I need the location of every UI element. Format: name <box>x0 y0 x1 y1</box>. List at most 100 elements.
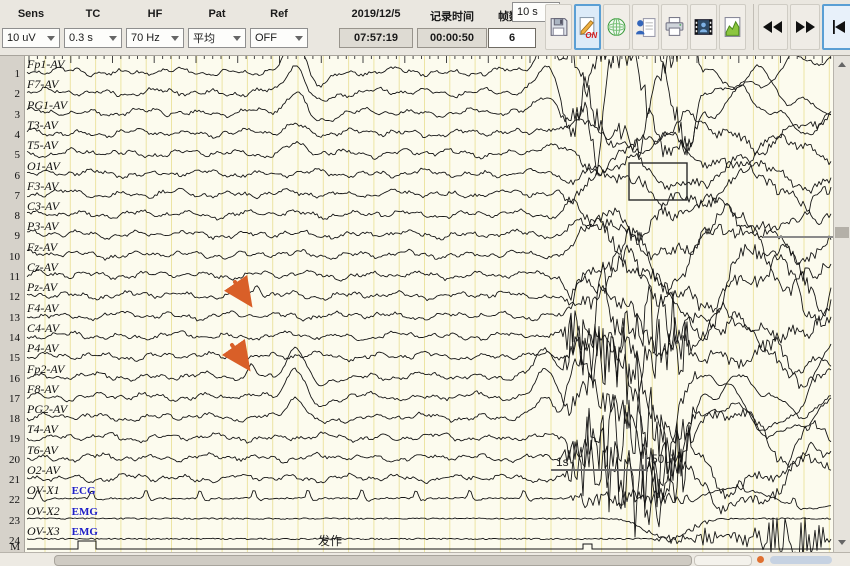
channel-number: 14 <box>9 332 20 344</box>
save-button[interactable] <box>545 4 572 50</box>
current-time-display: 07:57:19 <box>339 28 413 48</box>
printer-icon <box>664 14 685 40</box>
eeg-trace <box>27 438 831 537</box>
param-select-tc[interactable]: 0.3 s <box>64 28 122 48</box>
scroll-up-button[interactable] <box>834 57 850 72</box>
chevron-down-icon <box>838 540 846 545</box>
param-label: Ref <box>250 8 308 20</box>
chevron-down-icon <box>109 36 117 41</box>
montage-map-button[interactable] <box>603 4 630 50</box>
param-column-hf: HF 70 Hz <box>126 0 184 55</box>
param-column-ref: Ref OFF <box>250 0 308 55</box>
scroll-down-button[interactable] <box>834 535 850 550</box>
rewind-icon <box>763 20 783 34</box>
frame-count-display: 6 <box>488 28 536 48</box>
channel-number: 9 <box>15 230 21 242</box>
mini-progress-widget[interactable] <box>770 556 832 564</box>
channel-number: 17 <box>9 393 20 405</box>
seizure-event-label: 发作 <box>318 532 342 549</box>
floppy-disk-icon <box>548 14 569 40</box>
chevron-up-icon <box>838 62 846 67</box>
eeg-trace <box>27 153 831 193</box>
param-value: 平均 <box>193 30 215 46</box>
channel-number: 16 <box>9 373 20 385</box>
chevron-down-icon <box>171 36 179 41</box>
vertical-scrollbar[interactable] <box>833 55 850 552</box>
chevron-down-icon <box>47 36 55 41</box>
trend-button[interactable] <box>719 4 746 50</box>
eeg-trace <box>27 317 831 404</box>
param-value: 0.3 s <box>69 32 93 44</box>
person-notes-icon <box>635 14 656 40</box>
date-time-column: 2019/12/5 07:57:19 <box>339 0 413 55</box>
scrollbar-end-piece[interactable] <box>694 555 752 566</box>
eeg-trace <box>27 517 831 552</box>
channel-number: 3 <box>15 109 21 121</box>
go-to-start-icon <box>827 20 847 34</box>
fast-forward-icon <box>795 20 815 34</box>
param-value: 10 uV <box>7 32 36 44</box>
param-column-sens: Sens 10 uV <box>2 0 60 55</box>
channel-number: 11 <box>9 271 20 283</box>
param-column-tc: TC 0.3 s <box>64 0 122 55</box>
channel-number-gutter: 123456789101112131415161718192021222324M <box>0 55 25 552</box>
scale-time-label: 1s <box>556 455 569 469</box>
channel-number: 7 <box>15 190 21 202</box>
eeg-trace <box>27 228 831 316</box>
channel-number: 8 <box>15 210 21 222</box>
param-label: TC <box>64 8 122 20</box>
scale-amp-label: 50uV <box>651 452 679 466</box>
fast-forward-button[interactable] <box>790 4 820 50</box>
eeg-trace <box>27 326 831 527</box>
print-button[interactable] <box>661 4 688 50</box>
channel-number: 20 <box>9 454 20 466</box>
eeg-trace <box>27 356 831 499</box>
channel-number: 23 <box>9 515 20 527</box>
event-arrow-icon <box>235 282 248 301</box>
eeg-trace <box>27 218 831 296</box>
recording-time-display: 00:00:50 <box>417 28 487 48</box>
eeg-trace <box>27 55 831 158</box>
vertical-scrollbar-thumb[interactable] <box>835 227 849 238</box>
eeg-trace <box>27 276 831 357</box>
param-select-ref[interactable]: OFF <box>250 28 308 48</box>
param-label: HF <box>126 8 184 20</box>
go-to-start-button[interactable] <box>822 4 850 50</box>
pencil-page-icon: ON <box>577 14 598 40</box>
toolbar: Sens 10 uV TC 0.3 s HF 70 Hz Pat平均 Ref OFF 2019/… <box>0 0 850 56</box>
horizontal-scrollbar-thumb[interactable] <box>54 555 692 566</box>
annotate-button[interactable]: ON <box>574 4 601 50</box>
channel-number: 4 <box>15 129 21 141</box>
patient-info-button[interactable] <box>632 4 659 50</box>
chevron-down-icon <box>295 36 303 41</box>
date-label: 2019/12/5 <box>339 8 413 20</box>
rewind-button[interactable] <box>758 4 788 50</box>
param-label: Sens <box>2 8 60 20</box>
channel-number: 18 <box>9 413 20 425</box>
channel-number: 22 <box>9 494 20 506</box>
horizontal-scrollbar[interactable] <box>0 552 850 566</box>
param-value: OFF <box>255 32 277 44</box>
video-button[interactable] <box>690 4 717 50</box>
recording-time-column: 记录时间 00:00:50 <box>417 0 487 55</box>
eeg-view: 123456789101112131415161718192021222324M… <box>0 55 850 552</box>
toolbar-separator <box>753 4 754 50</box>
globe-grid-icon <box>606 14 627 40</box>
svg-text:ON: ON <box>585 31 597 40</box>
position-marker-icon <box>757 556 764 563</box>
param-select-pat[interactable]: 平均 <box>188 28 246 48</box>
trend-chart-icon <box>722 14 743 40</box>
param-column-pat: Pat平均 <box>188 0 246 55</box>
channel-number: 1 <box>15 68 21 80</box>
eeg-trace <box>27 387 831 496</box>
param-value: 70 Hz <box>131 32 160 44</box>
film-person-icon <box>693 14 714 40</box>
eeg-review-window: Sens 10 uV TC 0.3 s HF 70 Hz Pat平均 Ref OFF 2019/… <box>0 0 850 566</box>
eeg-plot-canvas[interactable] <box>0 55 850 552</box>
chevron-down-icon <box>233 36 241 41</box>
event-arrow-icon <box>232 345 246 365</box>
param-select-sens[interactable]: 10 uV <box>2 28 60 48</box>
param-select-hf[interactable]: 70 Hz <box>126 28 184 48</box>
channel-number: 15 <box>9 352 20 364</box>
channel-number: 10 <box>9 251 20 263</box>
